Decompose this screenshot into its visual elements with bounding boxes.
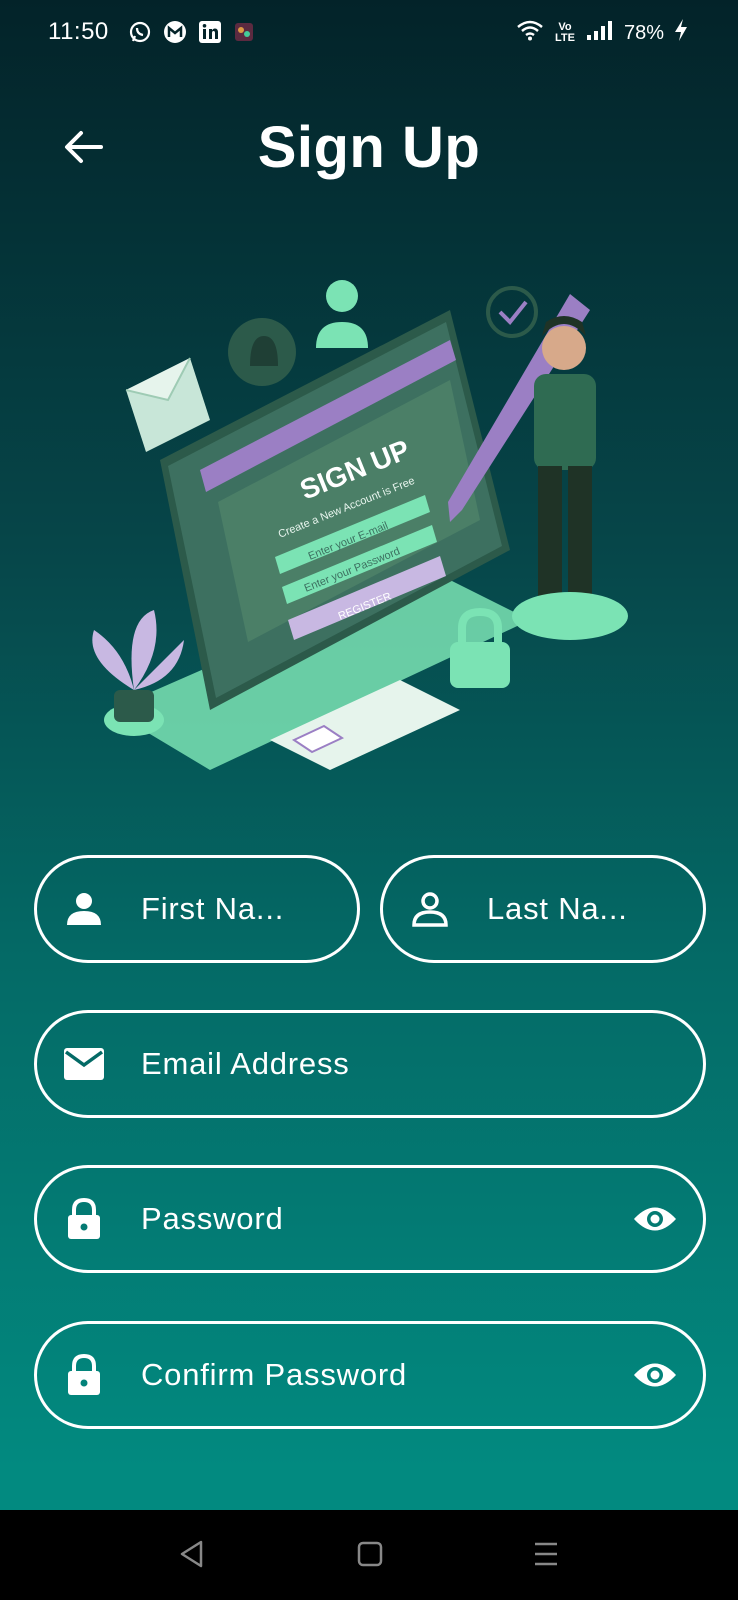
gmail-icon (162, 20, 188, 49)
person-icon (63, 888, 105, 930)
charging-icon (674, 18, 688, 48)
back-nav-icon[interactable] (172, 1534, 212, 1574)
eye-icon[interactable] (631, 1351, 679, 1399)
last-name-placeholder: Last Na... (487, 891, 628, 926)
confirm-password-field[interactable]: Confirm Password (34, 1321, 706, 1429)
status-right: Vo LTE 78% (516, 18, 688, 48)
whatsapp-icon (128, 20, 152, 49)
person-outline-icon (409, 888, 451, 930)
password-placeholder: Password (141, 1201, 284, 1236)
status-bar: 11:50 Vo LTE 78% (0, 0, 738, 68)
first-name-field[interactable]: First Na... (34, 855, 360, 963)
lock-icon (63, 1198, 105, 1240)
linkedin-icon (198, 20, 222, 49)
status-time: 11:50 (48, 18, 109, 45)
signup-illustration: SIGN UP Create a New Account is Free Ent… (70, 270, 670, 810)
eye-icon[interactable] (631, 1195, 679, 1243)
email-field[interactable]: Email Address (34, 1010, 706, 1118)
system-nav-bar (0, 1510, 738, 1600)
status-app-icons (128, 20, 256, 49)
app-icon (232, 20, 256, 49)
email-placeholder: Email Address (141, 1046, 350, 1081)
battery-level: 78% (623, 21, 664, 44)
page-title: Sign Up (257, 115, 481, 180)
volte-icon: Vo LTE (554, 21, 575, 44)
first-name-placeholder: First Na... (141, 891, 285, 926)
signal-icon (586, 19, 614, 47)
mail-icon (63, 1043, 105, 1085)
wifi-icon (516, 19, 544, 47)
lock-icon (63, 1354, 105, 1396)
confirm-password-placeholder: Confirm Password (141, 1357, 408, 1392)
password-field[interactable]: Password (34, 1165, 706, 1273)
recents-nav-icon[interactable] (526, 1534, 566, 1574)
last-name-field[interactable]: Last Na... (380, 855, 706, 963)
home-nav-icon[interactable] (350, 1534, 390, 1574)
header: Sign Up (0, 100, 738, 200)
